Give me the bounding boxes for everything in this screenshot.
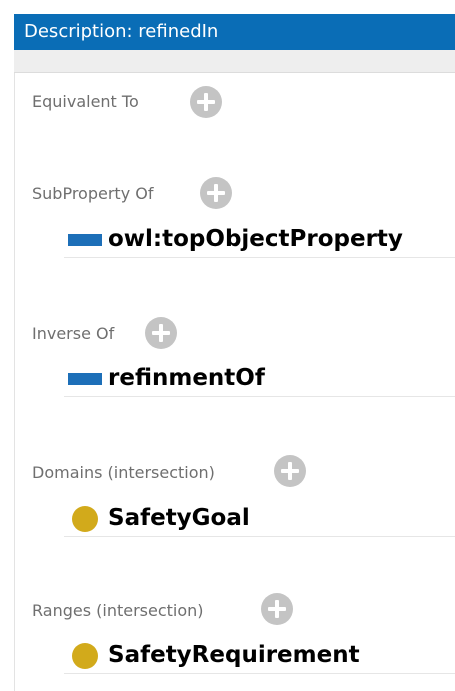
section-label-domains: Domains (intersection) (32, 463, 215, 482)
section-label-subproperty-of: SubProperty Of (32, 184, 154, 203)
panel-divider (14, 72, 455, 73)
subproperty-entry[interactable]: owl:topObjectProperty (64, 222, 455, 258)
add-inverse-of-button[interactable] (145, 317, 177, 349)
add-range-button[interactable] (261, 593, 293, 625)
range-entry-label: SafetyRequirement (108, 642, 360, 668)
view-title: Description: refinedIn (24, 21, 219, 42)
section-label-inverse-of: Inverse Of (32, 324, 115, 343)
object-property-icon (68, 373, 102, 385)
add-domain-button[interactable] (274, 455, 306, 487)
class-icon (72, 506, 98, 532)
add-equivalent-to-button[interactable] (190, 86, 222, 118)
range-entry[interactable]: SafetyRequirement (64, 638, 455, 674)
domain-entry-label: SafetyGoal (108, 505, 250, 531)
inverse-entry-label: refinmentOf (108, 365, 265, 391)
object-property-icon (68, 234, 102, 246)
domain-entry[interactable]: SafetyGoal (64, 501, 455, 537)
section-label-ranges: Ranges (intersection) (32, 601, 204, 620)
subproperty-entry-label: owl:topObjectProperty (108, 226, 403, 252)
class-icon (72, 643, 98, 669)
toolbar-gutter (14, 50, 455, 72)
description-view: Description: refinedIn Equivalent To Sub… (0, 0, 455, 691)
view-title-bar: Description: refinedIn (14, 14, 455, 50)
inverse-entry[interactable]: refinmentOf (64, 361, 455, 397)
add-subproperty-of-button[interactable] (200, 177, 232, 209)
section-label-equivalent-to: Equivalent To (32, 92, 139, 111)
